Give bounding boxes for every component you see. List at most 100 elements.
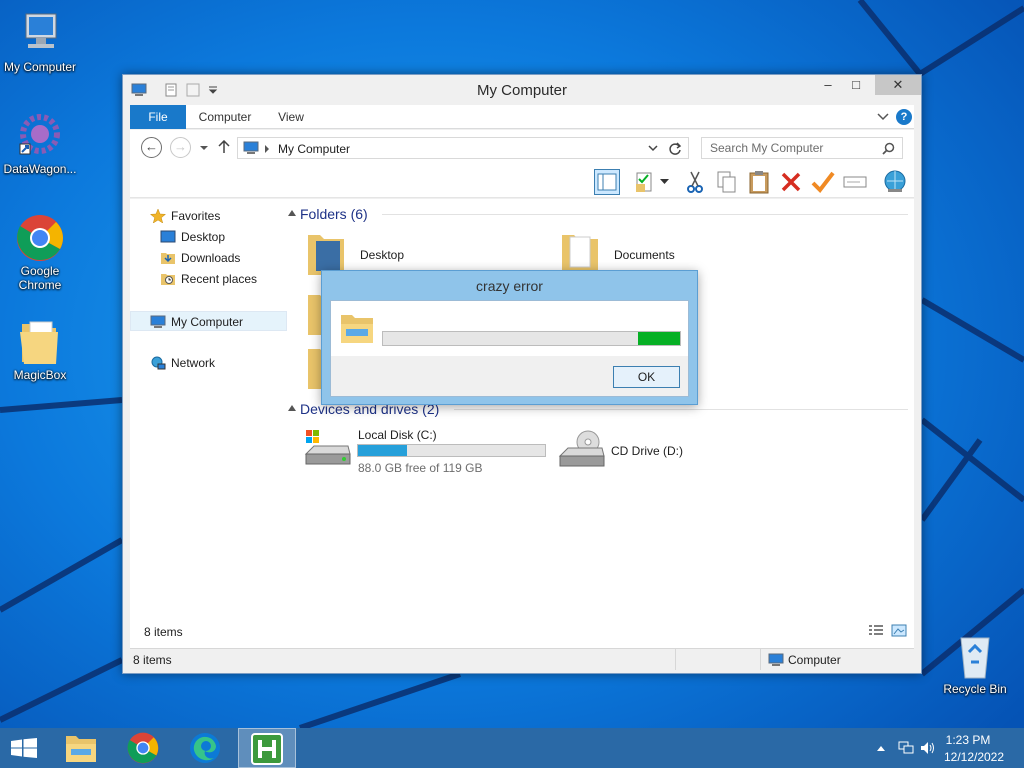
taskbar-hyperterminal[interactable] (238, 728, 296, 768)
progress-fill (638, 332, 680, 345)
desktop-icon-datawagon[interactable]: DataWagon... (0, 112, 80, 176)
folder-icon (16, 318, 64, 366)
content-area: Favorites Desktop Downloads Recent place… (130, 199, 914, 611)
group-divider (454, 409, 908, 410)
chevron-down-icon[interactable] (660, 179, 669, 185)
downloads-icon (161, 253, 175, 264)
dialog-title: crazy error (476, 278, 543, 294)
network-icon (151, 356, 166, 370)
edge-icon (190, 733, 220, 763)
folders-group-header[interactable]: Folders (6) (300, 203, 368, 225)
item-count: 8 items (144, 625, 183, 639)
nav-item-recent-places[interactable]: Recent places (130, 269, 287, 289)
rename-check-icon[interactable] (810, 169, 836, 195)
folder-icon (562, 235, 598, 275)
collapse-triangle-icon[interactable] (288, 209, 296, 217)
folder-tile-documents[interactable]: Documents (560, 231, 780, 275)
hyperterminal-icon (251, 733, 283, 765)
details-bar: 8 items (130, 611, 914, 651)
tab-computer[interactable]: Computer (190, 105, 260, 129)
computer-icon (150, 315, 166, 328)
ok-button[interactable]: OK (613, 366, 680, 388)
nav-item-my-computer[interactable]: My Computer (130, 311, 287, 331)
drive-tile-cd-drive-d[interactable]: CD Drive (D:) (558, 424, 778, 474)
cut-icon[interactable] (682, 169, 708, 195)
properties-checklist-icon[interactable] (632, 169, 658, 195)
refresh-icon[interactable] (668, 142, 682, 156)
taskbar-edge[interactable] (176, 728, 234, 768)
navigation-bar: ← → My Computer (130, 130, 914, 166)
tab-file[interactable]: File (130, 105, 186, 129)
status-bar: 8 items Computer (130, 648, 914, 670)
address-bar[interactable]: My Computer (237, 137, 689, 159)
hard-drive-icon (304, 430, 351, 465)
status-divider (760, 649, 761, 670)
status-item-count: 8 items (133, 653, 172, 667)
minimize-button[interactable]: – (815, 75, 841, 95)
nav-item-downloads[interactable]: Downloads (130, 248, 287, 268)
desktop-icon-recycle-bin[interactable]: Recycle Bin (935, 632, 1015, 696)
error-dialog[interactable]: crazy error OK (321, 270, 698, 405)
nav-item-network[interactable]: Network (130, 353, 287, 373)
chrome-icon (127, 732, 159, 764)
computer-icon (243, 141, 259, 154)
copy-icon[interactable] (714, 169, 740, 195)
dialog-content (331, 301, 688, 356)
main-pane: Folders (6) Desktop Documents Devices an… (288, 199, 914, 611)
taskbar-file-explorer[interactable] (52, 728, 110, 768)
chrome-icon (16, 214, 64, 262)
desktop-icon-google-chrome[interactable]: Google Chrome (0, 214, 80, 292)
nav-item-desktop[interactable]: Desktop (130, 227, 287, 247)
clock-date[interactable]: 12/12/2022 (934, 750, 1014, 764)
address-path: My Computer (278, 142, 351, 156)
network-globe-icon[interactable] (882, 169, 908, 195)
command-toolbar (130, 166, 914, 198)
tab-view[interactable]: View (270, 105, 312, 129)
desktop-icon-my-computer[interactable]: My Computer (0, 10, 80, 74)
back-button[interactable]: ← (141, 137, 162, 158)
details-view-icon[interactable] (868, 624, 884, 638)
rename-field-icon[interactable] (842, 169, 868, 195)
preview-pane-icon[interactable] (594, 169, 620, 195)
chevron-down-icon[interactable] (648, 145, 658, 152)
progress-bar (382, 331, 681, 346)
title-bar[interactable]: My Computer – □ ✕ (123, 75, 921, 105)
search-icon[interactable] (882, 142, 895, 155)
clock-time[interactable]: 1:23 PM (938, 733, 998, 747)
show-hidden-icons-icon[interactable] (876, 744, 886, 752)
paste-icon[interactable] (746, 169, 772, 195)
large-icons-view-icon[interactable] (891, 624, 907, 638)
computer-icon (16, 10, 64, 58)
delete-icon[interactable] (778, 169, 804, 195)
status-location: Computer (788, 653, 841, 667)
desktop-icon-magicbox[interactable]: MagicBox (0, 318, 80, 382)
maximize-button[interactable]: □ (843, 75, 869, 95)
navigation-pane: Favorites Desktop Downloads Recent place… (130, 199, 290, 611)
collapse-triangle-icon[interactable] (288, 404, 296, 412)
start-icon (11, 738, 37, 758)
folder-icon (308, 235, 344, 275)
folder-tile-desktop[interactable]: Desktop (306, 231, 526, 275)
forward-button[interactable]: → (170, 137, 191, 158)
gear-icon (16, 112, 64, 160)
nav-item-favorites[interactable]: Favorites (130, 206, 287, 226)
window-title: My Computer (476, 82, 568, 99)
network-status-icon[interactable] (898, 741, 914, 755)
start-button[interactable] (0, 728, 48, 768)
file-explorer-icon (341, 315, 373, 343)
taskbar: 1:23 PM 12/12/2022 (0, 728, 1024, 768)
recent-locations-icon[interactable] (199, 145, 209, 151)
file-explorer-icon (66, 736, 96, 762)
up-arrow-icon[interactable] (218, 140, 230, 154)
cd-drive-icon (558, 430, 605, 467)
taskbar-chrome[interactable] (114, 728, 172, 768)
close-button[interactable]: ✕ (875, 75, 921, 95)
chevron-right-icon[interactable] (264, 145, 270, 153)
search-input[interactable] (702, 138, 878, 158)
ribbon-expand-icon[interactable] (877, 113, 889, 121)
drive-usage-bar (357, 444, 546, 457)
help-button[interactable]: ? (896, 109, 912, 125)
drive-usage-fill (358, 445, 407, 456)
search-box (701, 137, 903, 159)
drive-tile-local-disk-c[interactable]: Local Disk (C:) 88.0 GB free of 119 GB (304, 424, 554, 475)
